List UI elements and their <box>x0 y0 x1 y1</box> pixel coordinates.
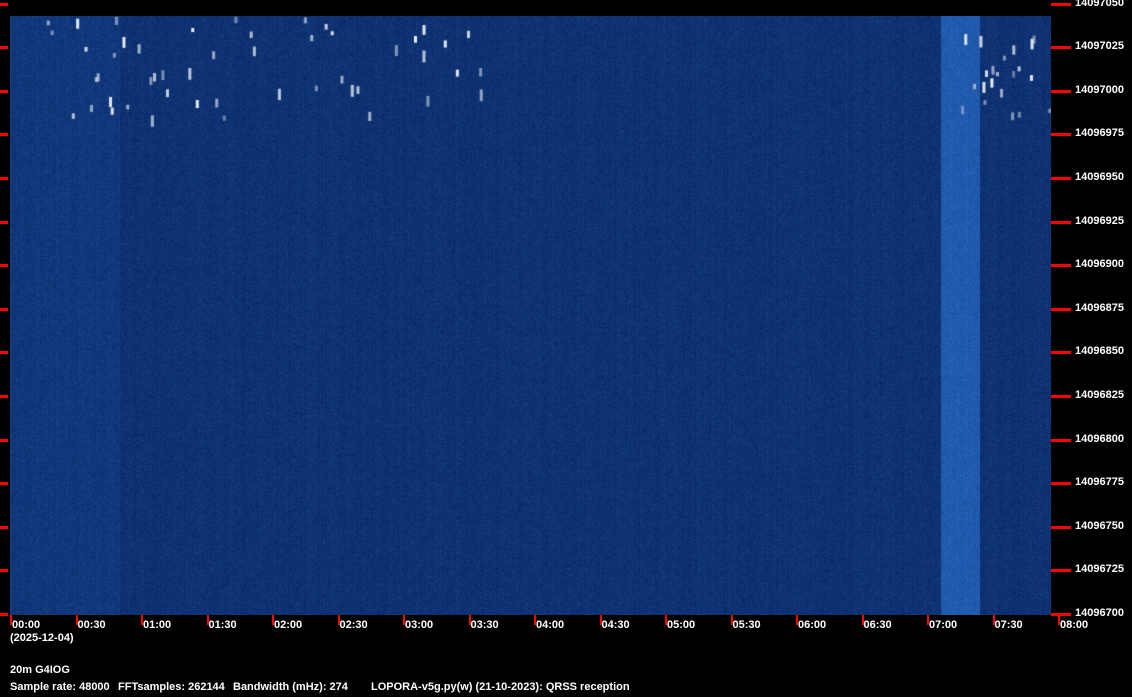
x-tick-label: 02:00 <box>274 619 302 631</box>
y-tick-label: 14097000 <box>1075 84 1124 96</box>
y-tick-mark-left <box>0 395 8 398</box>
y-tick-mark-right <box>1051 613 1071 616</box>
program-info: LOPORA-v5g.py(w) (21-10-2023): QRSS rece… <box>371 681 630 693</box>
y-tick-mark-left <box>0 569 8 572</box>
y-tick-label: 14096850 <box>1075 345 1124 357</box>
y-tick-label: 14096750 <box>1075 520 1124 532</box>
x-tick-label: 05:30 <box>733 619 761 631</box>
chart-title: 20m G4IOG <box>10 664 70 676</box>
y-tick-mark-left <box>0 221 8 224</box>
fft-samples: FFTsamples: 262144 <box>118 681 225 693</box>
x-tick-label: 03:30 <box>471 619 499 631</box>
y-tick-label: 14096775 <box>1075 476 1124 488</box>
y-tick-mark-left <box>0 3 8 6</box>
x-tick-label: 01:00 <box>143 619 171 631</box>
y-tick-mark-left <box>0 264 8 267</box>
y-tick-label: 14097025 <box>1075 40 1124 52</box>
y-tick-label: 14096950 <box>1075 171 1124 183</box>
y-tick-mark-right <box>1051 90 1071 93</box>
x-tick-label: 00:00 <box>12 619 40 631</box>
y-tick-mark-left <box>0 439 8 442</box>
x-tick-label: 05:00 <box>667 619 695 631</box>
y-tick-mark-left <box>0 308 8 311</box>
y-tick-label: 14096925 <box>1075 215 1124 227</box>
spectrogram <box>10 16 1051 615</box>
y-tick-label: 14096825 <box>1075 389 1124 401</box>
x-tick-label: 07:00 <box>929 619 957 631</box>
y-tick-label: 14096725 <box>1075 563 1124 575</box>
date-label: (2025-12-04) <box>10 632 74 644</box>
y-tick-mark-left <box>0 133 8 136</box>
y-tick-label: 14096875 <box>1075 302 1124 314</box>
sample-rate: Sample rate: 48000 <box>10 681 110 693</box>
x-tick-label: 07:30 <box>995 619 1023 631</box>
y-tick-mark-right <box>1051 264 1071 267</box>
y-tick-mark-right <box>1051 46 1071 49</box>
x-tick-label: 02:30 <box>340 619 368 631</box>
y-tick-mark-right <box>1051 308 1071 311</box>
x-tick-label: 01:30 <box>209 619 237 631</box>
x-tick-label: 04:00 <box>536 619 564 631</box>
x-tick-label: 04:30 <box>602 619 630 631</box>
x-tick-label: 00:30 <box>78 619 106 631</box>
y-tick-mark-left <box>0 177 8 180</box>
x-tick-label: 06:30 <box>864 619 892 631</box>
x-tick-label: 03:00 <box>405 619 433 631</box>
y-tick-mark-right <box>1051 569 1071 572</box>
y-tick-label: 14096900 <box>1075 258 1124 270</box>
y-tick-label: 14096975 <box>1075 127 1124 139</box>
y-tick-label: 14096700 <box>1075 607 1124 619</box>
y-tick-mark-right <box>1051 3 1071 6</box>
y-tick-mark-right <box>1051 177 1071 180</box>
y-tick-mark-right <box>1051 395 1071 398</box>
y-tick-mark-right <box>1051 482 1071 485</box>
y-tick-mark-right <box>1051 133 1071 136</box>
y-tick-mark-right <box>1051 221 1071 224</box>
y-tick-mark-left <box>0 46 8 49</box>
y-tick-mark-left <box>0 526 8 529</box>
y-tick-mark-right <box>1051 526 1071 529</box>
x-tick-label: 06:00 <box>798 619 826 631</box>
y-tick-mark-right <box>1051 439 1071 442</box>
y-tick-mark-left <box>0 482 8 485</box>
y-tick-mark-left <box>0 351 8 354</box>
bandwidth: Bandwidth (mHz): 274 <box>233 681 348 693</box>
y-tick-label: 14096800 <box>1075 433 1124 445</box>
x-tick-label: 08:00 <box>1060 619 1088 631</box>
y-tick-mark-right <box>1051 351 1071 354</box>
y-tick-label: 14097050 <box>1075 0 1124 9</box>
y-tick-mark-left <box>0 90 8 93</box>
y-tick-mark-left <box>0 613 8 616</box>
